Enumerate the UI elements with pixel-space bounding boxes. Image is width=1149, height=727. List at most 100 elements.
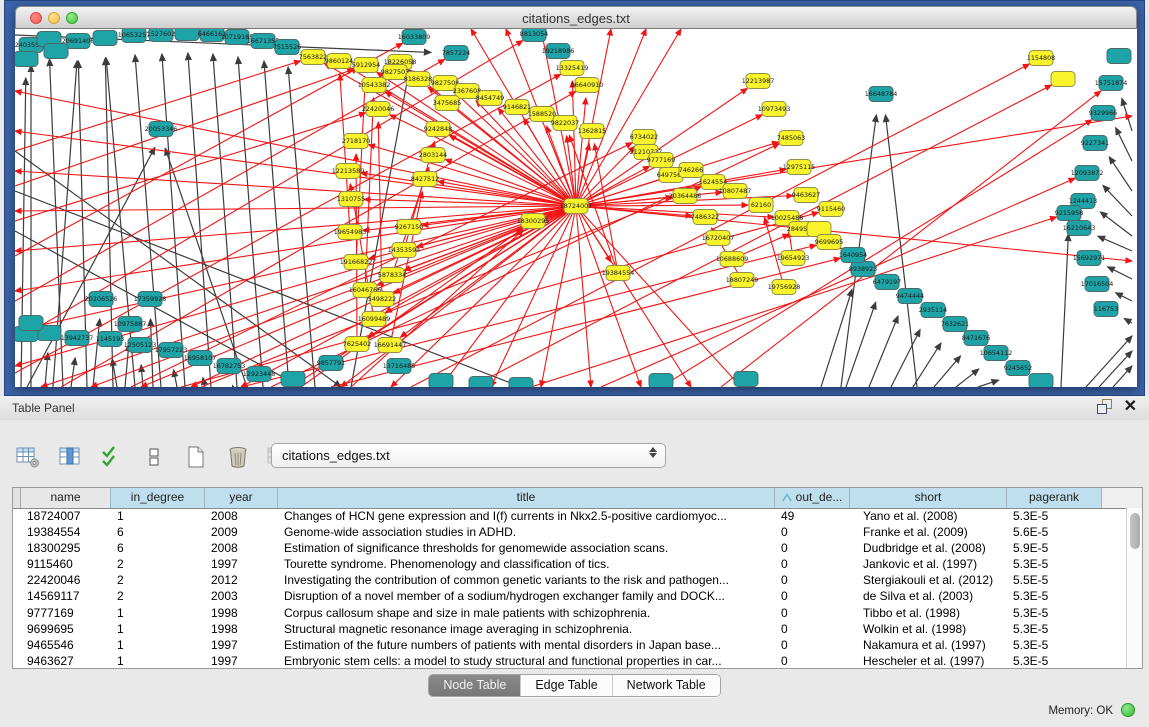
graph-node[interactable]: 2935114	[919, 303, 947, 318]
table-cell[interactable]: de Silva et al. (2003)	[850, 588, 1007, 604]
graph-node[interactable]	[44, 44, 68, 59]
table-cell[interactable]: 2003	[205, 588, 278, 604]
graph-node[interactable]: 1527602	[147, 29, 175, 42]
graph-node[interactable]: 17016504	[1081, 277, 1114, 292]
column-header-name[interactable]: name	[21, 488, 111, 508]
graph-node[interactable]: 3475685	[433, 96, 461, 111]
graph-node[interactable]: 12213987	[742, 74, 775, 89]
graph-node[interactable]: 16720407	[702, 231, 735, 246]
graph-node[interactable]: 8471676	[962, 331, 990, 346]
network-canvas[interactable]: 1872400718300295193845547563822986012459…	[15, 29, 1137, 387]
graph-node[interactable]: 16033809	[398, 30, 431, 45]
table-cell[interactable]: Yano et al. (2008)	[850, 508, 1007, 524]
graph-node[interactable]: 16648784	[865, 87, 898, 102]
table-cell[interactable]: Wolkin et al. (1998)	[850, 621, 1007, 637]
graph-node[interactable]: 7632621	[941, 317, 969, 332]
graph-node[interactable]: 62160	[749, 198, 773, 213]
column-header-indegree[interactable]: in_degree	[111, 488, 205, 508]
graph-node[interactable]	[93, 31, 117, 46]
table-cell[interactable]: Embryonic stem cells: a model to study s…	[278, 653, 775, 669]
table-cell[interactable]: 1997	[205, 637, 278, 653]
graph-node[interactable]	[281, 372, 305, 387]
graph-node[interactable]: 8186328	[404, 72, 432, 87]
close-panel-icon[interactable]: ✕	[1124, 399, 1137, 414]
graph-node[interactable]: 8938923	[849, 262, 877, 277]
graph-node[interactable]: 10973493	[758, 102, 791, 117]
table-cell[interactable]: 9463627	[21, 653, 111, 669]
graph-node[interactable]: 16640910	[571, 78, 604, 93]
graph-node[interactable]	[649, 374, 673, 388]
graph-node[interactable]: 9699695	[815, 235, 843, 250]
table-cell[interactable]: Corpus callosum shape and size in male p…	[278, 605, 775, 621]
graph-node[interactable]: 18300295	[517, 214, 550, 229]
tab-edge-table[interactable]: Edge Table	[521, 675, 612, 696]
table-cell[interactable]: 5.3E-5	[1007, 637, 1102, 653]
table-cell[interactable]: Jankovic et al. (1997)	[850, 556, 1007, 572]
table-selector-dropdown[interactable]: citations_edges.txt	[271, 443, 666, 468]
table-cell[interactable]: 6	[111, 524, 205, 540]
table-cell[interactable]: 18300295	[21, 540, 111, 556]
table-row[interactable]: 911546021997Tourette syndrome. Phenomeno…	[13, 556, 1126, 572]
graph-node[interactable]: 8813054	[520, 29, 548, 42]
new-column-icon[interactable]	[182, 444, 210, 470]
graph-node[interactable]	[469, 377, 493, 388]
graph-node[interactable]: 9860124	[325, 54, 353, 69]
table-scrollbar-thumb[interactable]	[1130, 513, 1140, 549]
window-titlebar[interactable]: citations_edges.txt	[15, 6, 1137, 29]
table-cell[interactable]: 9115460	[21, 556, 111, 572]
table-settings-icon[interactable]	[14, 444, 42, 470]
column-header-outde[interactable]: out_de...	[775, 488, 850, 508]
graph-node[interactable]: 9115460	[817, 202, 845, 217]
graph-node[interactable]: 1154808	[1027, 51, 1055, 66]
table-cell[interactable]: 1	[111, 621, 205, 637]
graph-node[interactable]: 7563822	[299, 50, 327, 65]
graph-node[interactable]: 8454749	[476, 91, 504, 106]
table-row[interactable]: 2242004622012Investigating the contribut…	[13, 572, 1126, 588]
table-cell[interactable]: 6	[111, 540, 205, 556]
column-header-year[interactable]: year	[205, 488, 278, 508]
table-cell[interactable]: 0	[775, 588, 850, 604]
table-row[interactable]: 1456911722003Disruption of a novel membe…	[13, 588, 1126, 604]
graph-node[interactable]: 7515526	[273, 40, 301, 55]
table-cell[interactable]: Hescheler et al. (1997)	[850, 653, 1007, 669]
graph-node[interactable]: 19654923	[777, 251, 810, 266]
table-cell[interactable]: Disruption of a novel member of a sodium…	[278, 588, 775, 604]
table-cell[interactable]: 0	[775, 556, 850, 572]
graph-node[interactable]: 16782753	[213, 359, 246, 374]
graph-node[interactable]: 2803144	[419, 148, 447, 163]
table-cell[interactable]: 0	[775, 540, 850, 556]
graph-node[interactable]: 9822037	[551, 116, 579, 131]
graph-node[interactable]: 20364486	[669, 189, 702, 204]
table-cell[interactable]: Nakamura et al. (1997)	[850, 637, 1007, 653]
graph-node[interactable]: 1640954	[839, 248, 867, 263]
graph-node[interactable]: 12505123	[124, 338, 157, 353]
table-row[interactable]: 1830029562008Estimation of significance …	[13, 540, 1126, 556]
graph-node[interactable]: 9463627	[792, 188, 820, 203]
graph-node[interactable]: 7485063	[777, 131, 805, 146]
graph-node[interactable]: 12975115	[783, 160, 816, 175]
graph-node[interactable]: 1145193	[96, 332, 124, 347]
graph-node[interactable]: 12093872	[1071, 166, 1104, 181]
table-cell[interactable]: 1	[111, 605, 205, 621]
table-cell[interactable]: 1998	[205, 621, 278, 637]
graph-node[interactable]: 2718170	[342, 134, 370, 149]
table-cell[interactable]: 1	[111, 508, 205, 524]
table-cell[interactable]: 0	[775, 605, 850, 621]
graph-node[interactable]: 22420046	[362, 102, 395, 117]
delete-column-icon[interactable]	[224, 444, 252, 470]
table-cell[interactable]: 2	[111, 588, 205, 604]
table-cell[interactable]: 9699695	[21, 621, 111, 637]
table-row[interactable]: 946362711997Embryonic stem cells: a mode…	[13, 653, 1126, 669]
graph-node[interactable]: 5498222	[368, 292, 396, 307]
graph-node[interactable]: 19384554	[602, 266, 635, 281]
table-cell[interactable]: 0	[775, 653, 850, 669]
tab-node-table[interactable]: Node Table	[429, 675, 521, 696]
graph-node[interactable]: 6734022	[630, 130, 658, 145]
table-cell[interactable]: 1	[111, 637, 205, 653]
table-cell[interactable]: 5.3E-5	[1007, 653, 1102, 669]
select-columns-icon[interactable]	[98, 444, 126, 470]
table-cell[interactable]: Dudbridge et al. (2008)	[850, 540, 1007, 556]
table-cell[interactable]: 22420046	[21, 572, 111, 588]
graph-node[interactable]: 116753	[1094, 302, 1118, 317]
graph-node[interactable]: 16691447	[374, 338, 407, 353]
